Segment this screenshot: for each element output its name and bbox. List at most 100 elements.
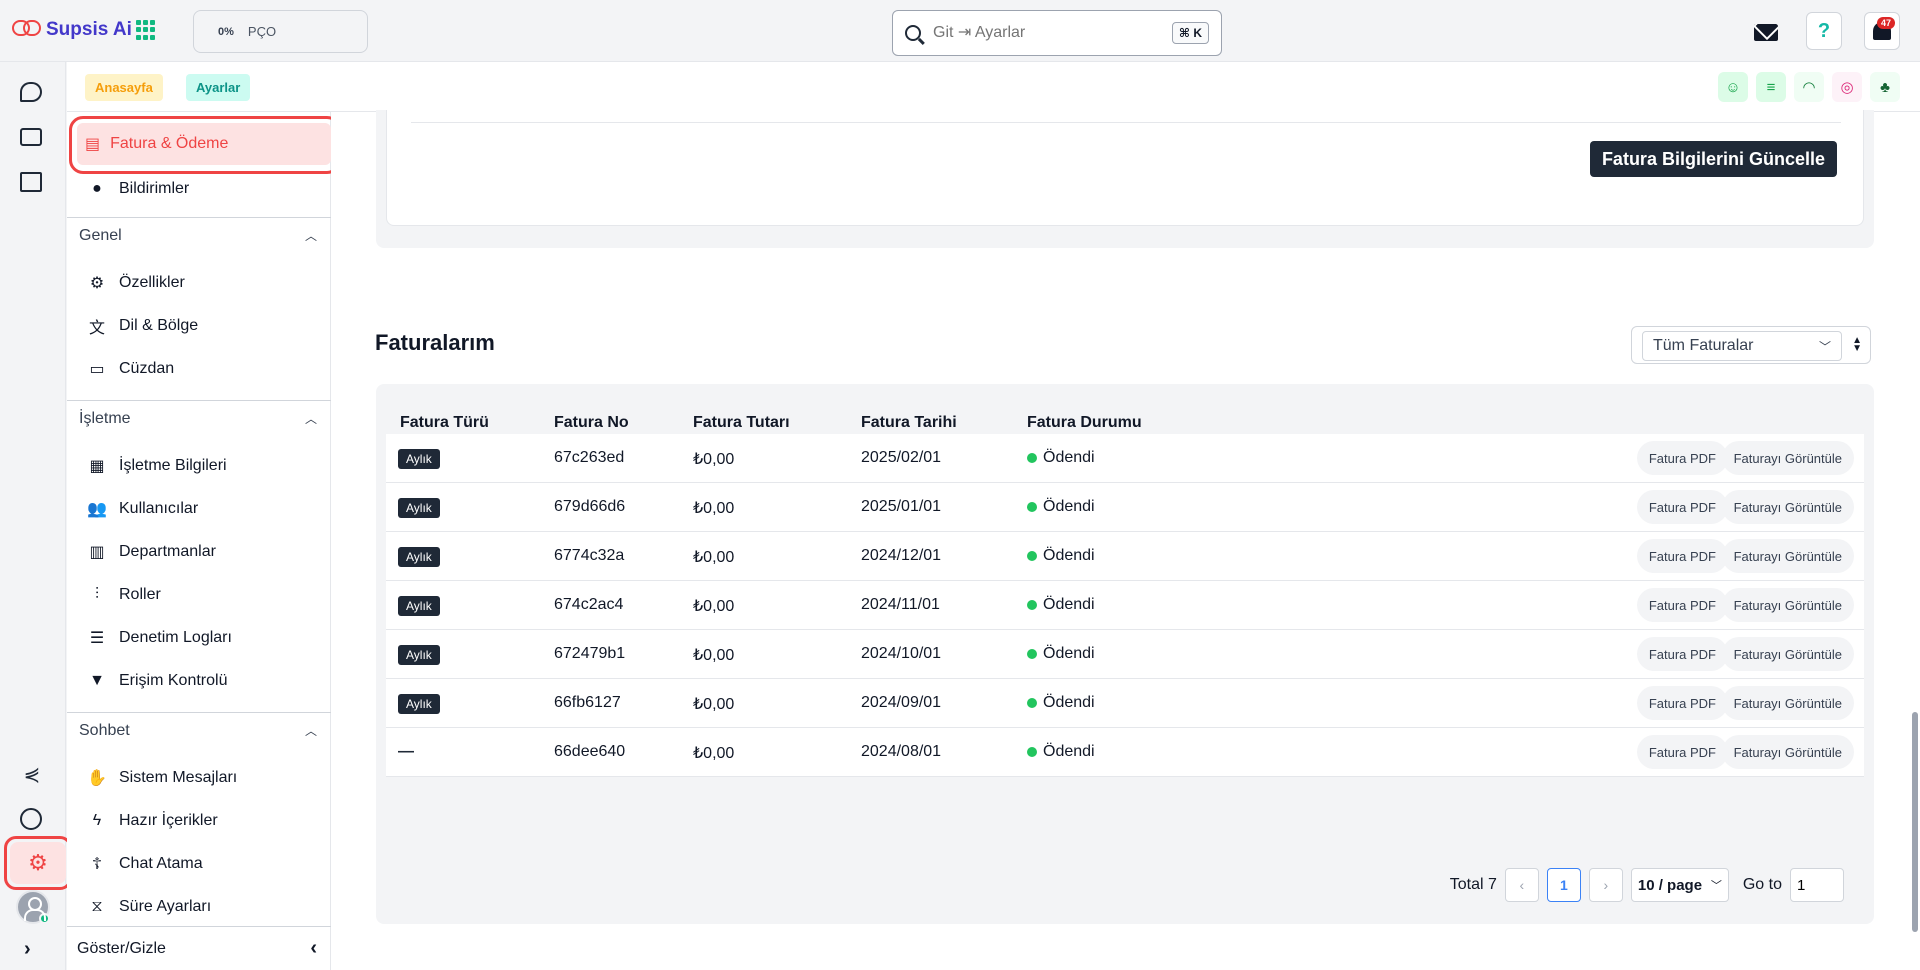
invoice-date: 2024/11/01 <box>861 596 940 613</box>
notifications-button[interactable]: 47 <box>1864 12 1900 50</box>
search-input[interactable] <box>933 24 1172 42</box>
invoice-date: 2024/09/01 <box>861 694 942 711</box>
chevron-down-icon: ﹀ <box>1818 339 1831 354</box>
invoice-amount: ₺0,00 <box>693 549 735 566</box>
invoice-pdf-button[interactable]: Fatura PDF <box>1636 539 1728 573</box>
progress-widget[interactable]: 0% PÇO <box>193 10 368 53</box>
goto-page-input[interactable] <box>1790 868 1844 902</box>
section-business[interactable]: İşletme ︿ <box>67 400 331 436</box>
invoice-filter-select[interactable]: Tüm Faturalar ﹀ ▲ ▼ <box>1631 326 1871 364</box>
view-invoice-button[interactable]: Faturayı Görüntüle <box>1721 637 1854 671</box>
invoice-amount: ₺0,00 <box>693 598 735 615</box>
invoice-pdf-button[interactable]: Fatura PDF <box>1636 686 1728 720</box>
column-header: Fatura No <box>554 414 629 431</box>
status-badge: Ödendi <box>1027 547 1095 565</box>
sidebar-item-label: Dil & Bölge <box>119 317 199 334</box>
invoice-pdf-button[interactable]: Fatura PDF <box>1636 490 1728 524</box>
invoice-pdf-button[interactable]: Fatura PDF <box>1636 637 1728 671</box>
list-icon[interactable]: ≡ <box>1756 72 1786 102</box>
invoice-pdf-button[interactable]: Fatura PDF <box>1636 588 1728 622</box>
column-header: Fatura Türü <box>400 414 489 431</box>
sidebar-item-language[interactable]: 文 Dil & Bölge <box>87 308 323 344</box>
sidebar-item-system-messages[interactable]: ✋ Sistem Mesajları <box>87 760 323 796</box>
sidebar-item-chat-assignment[interactable]: ☦ Chat Atama <box>87 846 323 882</box>
share-icon[interactable]: ⋞ <box>20 762 44 786</box>
building-icon: ▦ <box>89 458 105 475</box>
app-logo[interactable]: Supsis Ai <box>12 18 132 42</box>
invoice-amount: ₺0,00 <box>693 451 735 468</box>
sidebar-item-departments[interactable]: ▥ Departmanlar <box>87 534 323 570</box>
leaf-icon[interactable]: ♣ <box>1870 72 1900 102</box>
expand-rail-icon[interactable]: › <box>24 938 31 961</box>
scrollbar[interactable] <box>1912 712 1918 932</box>
invoice-number: 6774c32a <box>554 547 625 564</box>
view-invoice-button[interactable]: Faturayı Görüntüle <box>1721 490 1854 524</box>
settings-rail-highlight[interactable]: ⚙ <box>4 836 72 890</box>
table-row: Aylık 674c2ac4 ₺0,00 2024/11/01 Ödendi Fatura… <box>386 581 1864 630</box>
prev-page-button[interactable]: ‹ <box>1504 868 1539 902</box>
apps-grid-icon[interactable] <box>136 20 156 40</box>
inbox-icon[interactable] <box>20 172 42 192</box>
invoice-pdf-button[interactable]: Fatura PDF <box>1636 735 1728 769</box>
breadcrumb-current[interactable]: Ayarlar <box>186 74 251 101</box>
sidebar-item-billing[interactable]: ▤ Fatura & Ödeme <box>77 123 331 165</box>
help-button[interactable]: ? <box>1806 12 1842 50</box>
gear-icon[interactable]: ⚙ <box>10 842 66 884</box>
view-invoice-button[interactable]: Faturayı Görüntüle <box>1721 686 1854 720</box>
chevron-left-icon: ‹ <box>310 937 317 959</box>
sidebar-item-time-settings[interactable]: ⧖ Süre Ayarları <box>87 889 323 925</box>
invoice-type: Aylık <box>398 498 440 518</box>
section-title: Genel <box>79 226 122 244</box>
status-badge: Ödendi <box>1027 743 1095 761</box>
table-body: Aylık 67c263ed ₺0,00 2025/02/01 Ödendi Fatura… <box>386 434 1864 777</box>
view-invoice-button[interactable]: Faturayı Görüntüle <box>1721 588 1854 622</box>
section-chat[interactable]: Sohbet ︿ <box>67 712 331 748</box>
sidebar-toggle[interactable]: Göster/Gizle ‹ <box>67 926 331 970</box>
sidebar-item-label: Özellikler <box>119 274 185 291</box>
chat-icon[interactable] <box>20 82 42 102</box>
section-general[interactable]: Genel ︿ <box>67 217 331 253</box>
section-title: Sohbet <box>79 721 130 739</box>
sidebar-item-roles[interactable]: ⫶ Roller <box>87 577 323 613</box>
sidebar-item-audit-logs[interactable]: ☰ Denetim Logları <box>87 620 323 656</box>
invoice-number: 674c2ac4 <box>554 596 624 613</box>
reports-icon[interactable] <box>20 808 42 830</box>
update-billing-button[interactable]: Fatura Bilgilerini Güncelle <box>1589 141 1837 177</box>
bot-icon[interactable]: ☺ <box>1718 72 1748 102</box>
invoice-amount: ₺0,00 <box>693 500 735 517</box>
sidebar-item-notifications[interactable]: ● Bildirimler <box>87 171 323 207</box>
search-bar[interactable]: ⌘ K <box>892 10 1222 56</box>
instagram-icon[interactable]: ◎ <box>1832 72 1862 102</box>
column-header: Fatura Tutarı <box>693 414 790 431</box>
sidebar-item-access-control[interactable]: ▼ Erişim Kontrolü <box>87 663 323 699</box>
invoice-pdf-button[interactable]: Fatura PDF <box>1636 441 1728 475</box>
status-badge: Ödendi <box>1027 498 1095 516</box>
contacts-icon[interactable] <box>20 128 42 146</box>
page-number[interactable]: 1 <box>1546 868 1581 902</box>
section-title: İşletme <box>79 409 131 427</box>
status-dot-icon <box>1027 502 1037 512</box>
sidebar-item-canned-responses[interactable]: ϟ Hazır İçerikler <box>87 803 323 839</box>
wallet-icon: ▭ <box>89 361 105 378</box>
breadcrumb-home[interactable]: Anasayfa <box>85 74 163 101</box>
sidebar-item-wallet[interactable]: ▭ Cüzdan <box>87 351 323 387</box>
page-size-select[interactable]: 10 / page ﹀ <box>1630 868 1729 902</box>
notification-badge: 47 <box>1876 17 1895 29</box>
table-row: Aylık 66fb6127 ₺0,00 2024/09/01 Ödendi Fatura… <box>386 679 1864 728</box>
avatar[interactable] <box>16 890 50 924</box>
hourglass-icon: ⧖ <box>91 898 103 915</box>
sidebar-item-label: İşletme Bilgileri <box>119 457 227 474</box>
sidebar-item-label: Bildirimler <box>119 180 190 197</box>
table-row: Aylık 6774c32a ₺0,00 2024/12/01 Ödendi Fatura… <box>386 532 1864 581</box>
bell-icon: ● <box>92 180 102 197</box>
view-invoice-button[interactable]: Faturayı Görüntüle <box>1721 539 1854 573</box>
next-page-button[interactable]: › <box>1588 868 1623 902</box>
view-invoice-button[interactable]: Faturayı Görüntüle <box>1721 441 1854 475</box>
mail-icon[interactable] <box>1752 12 1780 52</box>
status-dot-icon <box>1027 698 1037 708</box>
wifi-icon[interactable]: ◠ <box>1794 72 1824 102</box>
sidebar-item-business-info[interactable]: ▦ İşletme Bilgileri <box>87 448 323 484</box>
sidebar-item-users[interactable]: 👥 Kullanıcılar <box>87 491 323 527</box>
sidebar-item-features[interactable]: ⚙ Özellikler <box>87 265 323 301</box>
view-invoice-button[interactable]: Faturayı Görüntüle <box>1721 735 1854 769</box>
